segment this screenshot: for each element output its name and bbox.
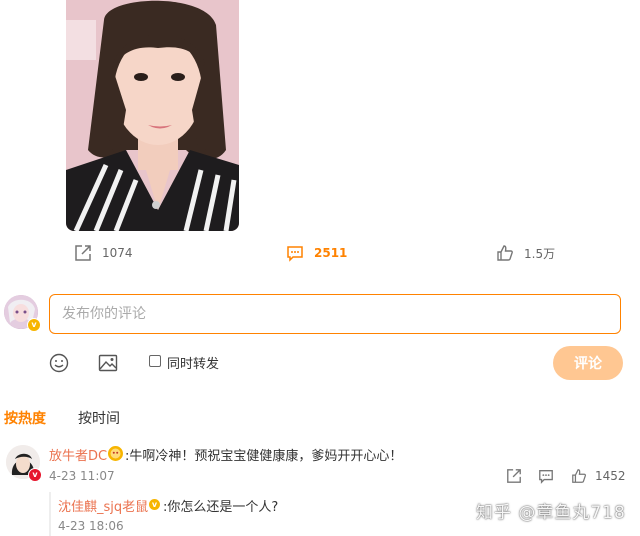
reply-divider [49, 492, 51, 536]
comment-time: 4-23 11:07 [49, 469, 115, 483]
comment-icon [539, 470, 553, 484]
comment-input[interactable] [49, 294, 621, 334]
repost-count: 1074 [102, 246, 133, 260]
sort-by-time-tab[interactable]: 按时间 [78, 408, 120, 428]
sort-by-hot-tab[interactable]: 按热度 [4, 408, 46, 428]
like-count: 1.5万 [524, 246, 556, 261]
watermark: 知乎 @章鱼丸718 [476, 503, 626, 523]
comment-reply-button[interactable] [538, 467, 554, 485]
post-photo[interactable] [66, 0, 239, 231]
like-action[interactable]: 1.5万 [496, 242, 555, 264]
comment-count: 2511 [314, 246, 348, 260]
repost-checkbox[interactable] [149, 355, 161, 367]
verified-icon: v [28, 468, 42, 482]
fan-badge-icon [108, 446, 123, 461]
reply-username[interactable]: 沈佳麒_sjq老鼠 [58, 496, 148, 515]
comment-like-count: 1452 [595, 469, 626, 483]
reply-text: :你怎么还是一个人? [163, 500, 279, 515]
verified-icon: v [148, 498, 161, 511]
like-icon [497, 245, 513, 261]
comment-like-button[interactable]: 1452 [571, 467, 626, 485]
image-button[interactable] [98, 353, 118, 373]
comment-action[interactable]: 2511 [286, 242, 347, 264]
comment-icon [287, 246, 303, 262]
emoji-icon [49, 353, 69, 373]
image-icon [98, 354, 118, 372]
reply-time: 4-23 18:06 [58, 519, 124, 533]
like-icon [572, 469, 587, 483]
repost-action[interactable]: 1074 [74, 242, 133, 264]
comment-username[interactable]: 放牛者DC [49, 445, 107, 464]
emoji-button[interactable] [49, 353, 69, 373]
submit-comment-button[interactable]: 评论 [553, 346, 623, 380]
verified-icon: v [27, 318, 41, 332]
repost-label: 同时转发 [167, 357, 220, 372]
repost-icon [507, 469, 521, 483]
comment-text: :牛啊冷神！预祝宝宝健健康康，爹妈开开心心！ [125, 449, 403, 464]
repost-icon [75, 245, 91, 261]
comment-repost-button[interactable] [506, 467, 522, 485]
